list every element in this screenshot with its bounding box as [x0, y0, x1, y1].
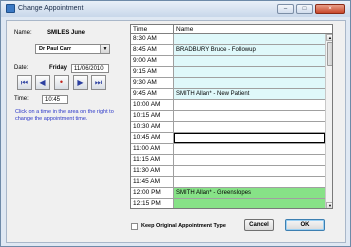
scroll-thumb[interactable]: [327, 42, 332, 66]
slot-time: 11:15 AM: [131, 155, 174, 165]
dot-icon: •: [59, 77, 64, 87]
scroll-up-icon[interactable]: ▲: [326, 34, 332, 41]
time-slot-row[interactable]: 8:30 AM: [131, 34, 325, 45]
slot-time: 10:30 AM: [131, 122, 174, 132]
instruction-text: Click on a time in the area on the right…: [15, 109, 114, 122]
time-field[interactable]: 10:45: [42, 95, 68, 104]
time-slot-row[interactable]: 10:45 AM: [131, 133, 325, 144]
window-title: Change Appointment: [18, 5, 84, 12]
slot-time: 10:45 AM: [131, 133, 174, 143]
slot-name[interactable]: [174, 100, 325, 110]
minimize-button[interactable]: –: [277, 4, 294, 14]
title-bar[interactable]: Change Appointment – □ ×: [1, 1, 350, 17]
grid-header: Time Name: [131, 25, 332, 34]
slot-name[interactable]: [174, 166, 325, 176]
slot-time: 9:30 AM: [131, 78, 174, 88]
slot-name[interactable]: [174, 122, 325, 132]
slot-name[interactable]: [174, 56, 325, 66]
slot-time: 8:45 AM: [131, 45, 174, 55]
time-slot-row[interactable]: 10:30 AM: [131, 122, 325, 133]
slot-time: 10:15 AM: [131, 111, 174, 121]
dialog-body: Name: SMILES June Dr Paul Carr ▼ Date: F…: [6, 20, 346, 243]
time-slot-row[interactable]: 9:45 AM SMITH Allan* - New Patient: [131, 89, 325, 100]
slot-time: 12:00 PM: [131, 188, 174, 198]
time-slot-row[interactable]: 10:15 AM: [131, 111, 325, 122]
today-button[interactable]: •: [54, 75, 69, 90]
time-slot-row[interactable]: 8:45 AM BRADBURY Bruce - Followup: [131, 45, 325, 56]
slot-name[interactable]: [174, 78, 325, 88]
arrow-right-icon: ▶: [77, 78, 84, 87]
appointment-grid[interactable]: Time Name 8:30 AM 8:45 AM BRADBURY Bruce -…: [130, 24, 333, 209]
arrow-left-icon: ◀: [39, 78, 46, 87]
doctor-select[interactable]: Dr Paul Carr ▼: [35, 44, 110, 54]
slot-name[interactable]: SMITH Allan* - New Patient: [174, 89, 325, 99]
chevron-down-icon[interactable]: ▼: [100, 45, 109, 53]
slot-name[interactable]: SMITH Allan* - Greenslopes: [174, 188, 325, 198]
name-column-header: Name: [176, 26, 194, 33]
change-appointment-window: Change Appointment – □ × Name: SMILES Ju…: [0, 0, 351, 247]
slot-name[interactable]: [174, 67, 325, 77]
maximize-button[interactable]: □: [296, 4, 313, 14]
first-day-button[interactable]: ⏮: [17, 75, 32, 90]
time-slot-row[interactable]: 10:00 AM: [131, 100, 325, 111]
ok-button[interactable]: OK: [285, 219, 325, 231]
time-slot-row[interactable]: 11:30 AM: [131, 166, 325, 177]
previous-day-button[interactable]: ◀: [35, 75, 50, 90]
vertical-scrollbar[interactable]: ▲ ▼: [325, 34, 332, 208]
date-label: Date:: [14, 65, 29, 71]
time-slot-row[interactable]: 9:30 AM: [131, 78, 325, 89]
time-slot-row[interactable]: 11:00 AM: [131, 144, 325, 155]
scroll-down-icon[interactable]: ▼: [326, 202, 332, 208]
slot-time: 12:15 PM: [131, 199, 174, 208]
slot-name[interactable]: [174, 177, 325, 187]
slot-time: 9:00 AM: [131, 56, 174, 66]
app-icon: [6, 4, 15, 13]
cancel-button[interactable]: Cancel: [244, 219, 274, 231]
last-day-button[interactable]: ⏭: [91, 75, 106, 90]
day-of-week: Friday: [49, 65, 68, 71]
slot-name[interactable]: [174, 34, 325, 44]
date-field[interactable]: 11/06/2010: [71, 64, 109, 73]
time-slot-row[interactable]: 9:00 AM: [131, 56, 325, 67]
close-button[interactable]: ×: [315, 4, 345, 14]
slot-time: 8:30 AM: [131, 34, 174, 44]
slot-name[interactable]: [174, 144, 325, 154]
header-divider: [173, 25, 174, 34]
doctor-select-value: Dr Paul Carr: [39, 46, 72, 52]
slot-time: 10:00 AM: [131, 100, 174, 110]
slot-name[interactable]: [174, 133, 325, 143]
slot-time: 11:00 AM: [131, 144, 174, 154]
next-day-button[interactable]: ▶: [73, 75, 88, 90]
slot-time: 9:45 AM: [131, 89, 174, 99]
keep-type-label: Keep Original Appointment Type: [141, 223, 226, 229]
name-label: Name:: [14, 30, 32, 36]
time-slot-row[interactable]: 12:00 PM SMITH Allan* - Greenslopes: [131, 188, 325, 199]
slot-name[interactable]: [174, 155, 325, 165]
slot-name[interactable]: [174, 111, 325, 121]
time-slot-row[interactable]: 9:15 AM: [131, 67, 325, 78]
time-slot-row[interactable]: 11:45 AM: [131, 177, 325, 188]
skip-forward-icon: ⏭: [94, 78, 103, 87]
skip-back-icon: ⏮: [20, 78, 29, 87]
time-label: Time:: [14, 96, 29, 102]
time-column-header: Time: [133, 26, 148, 33]
slot-name[interactable]: BRADBURY Bruce - Followup: [174, 45, 325, 55]
time-slot-row[interactable]: 11:15 AM: [131, 155, 325, 166]
slot-name[interactable]: [174, 199, 325, 208]
keep-type-checkbox[interactable]: [131, 223, 138, 230]
slot-time: 11:45 AM: [131, 177, 174, 187]
patient-name: SMILES June: [47, 30, 86, 36]
time-slot-row[interactable]: 12:15 PM: [131, 199, 325, 208]
slot-time: 9:15 AM: [131, 67, 174, 77]
slot-time: 11:30 AM: [131, 166, 174, 176]
